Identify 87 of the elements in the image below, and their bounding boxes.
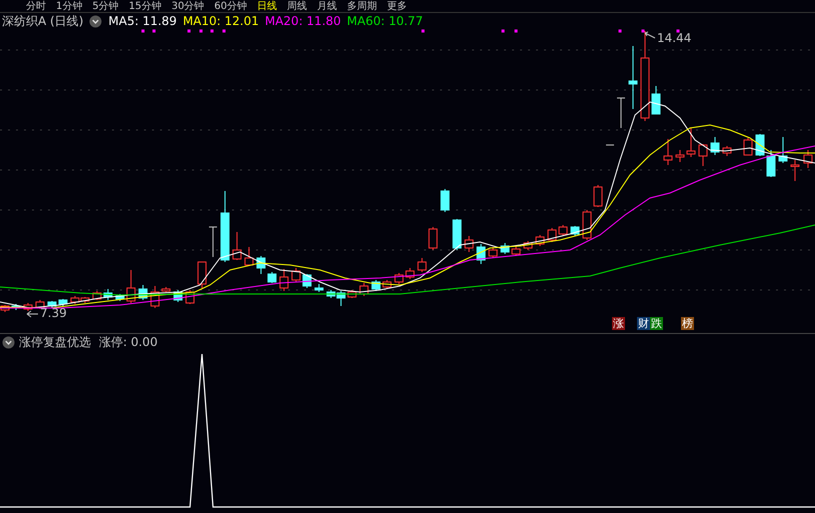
candlestick xyxy=(70,296,80,304)
candlestick xyxy=(756,134,764,156)
candlestick xyxy=(232,232,242,260)
candlestick xyxy=(616,98,626,128)
tag[interactable]: 榜 xyxy=(681,317,694,330)
candlestick xyxy=(558,224,568,236)
candlestick xyxy=(314,284,324,292)
candlestick xyxy=(676,150,684,162)
period-tab[interactable]: 周线 xyxy=(286,0,307,12)
low-price-label: 7.39 xyxy=(40,306,67,320)
candlestick xyxy=(418,258,426,272)
candlestick xyxy=(664,138,672,166)
candlestick xyxy=(524,240,532,250)
candlestick xyxy=(790,160,800,182)
indicator-title: 涨停复盘优选 xyxy=(19,334,91,350)
period-tab[interactable]: 15分钟 xyxy=(128,0,162,12)
candlestick xyxy=(710,136,720,156)
tag[interactable]: 涨 xyxy=(612,317,625,330)
candlestick xyxy=(766,150,776,178)
leader-line xyxy=(644,32,656,38)
tag[interactable]: 跌 xyxy=(650,317,663,330)
candlestick xyxy=(150,286,160,308)
candlestick xyxy=(476,244,486,264)
high-price-label: 14.44 xyxy=(657,31,692,45)
candlestick xyxy=(24,302,32,312)
candlestick xyxy=(244,246,254,266)
candlestick xyxy=(500,242,510,254)
candlestick xyxy=(12,304,20,310)
period-tab[interactable]: 60分钟 xyxy=(214,0,247,12)
candlestick xyxy=(220,190,230,262)
candlestick xyxy=(138,284,148,300)
candlestick xyxy=(778,136,788,164)
period-tab[interactable]: 多周期 xyxy=(346,0,377,12)
candlestick xyxy=(348,290,356,298)
candlestick xyxy=(464,236,474,252)
candlestick xyxy=(174,290,182,302)
tag[interactable]: 财 xyxy=(637,317,650,330)
candlestick xyxy=(652,86,660,114)
candlestick xyxy=(606,144,614,146)
period-tab[interactable]: 1分钟 xyxy=(56,0,82,12)
candlestick xyxy=(452,218,462,250)
candlestick xyxy=(104,288,112,300)
candlestick xyxy=(292,268,300,282)
candlestick xyxy=(722,146,732,156)
candlestick xyxy=(536,234,544,246)
indicator-reading: 涨停: 0.00 xyxy=(99,334,158,350)
candlestick xyxy=(628,46,638,110)
period-tab[interactable]: 分时 xyxy=(26,0,46,12)
candlestick xyxy=(382,280,392,290)
period-tab[interactable]: 5分钟 xyxy=(92,0,119,12)
candlestick xyxy=(594,184,602,208)
candlestick xyxy=(372,280,380,292)
candlestick xyxy=(256,256,266,274)
period-tab[interactable]: 30分钟 xyxy=(171,0,204,12)
candlestick xyxy=(804,150,812,168)
candlestick xyxy=(198,262,206,288)
candlestick xyxy=(582,210,592,240)
candlestick xyxy=(698,144,708,166)
moving-average-reading: MA5: 11.89 xyxy=(108,14,177,28)
candlestick xyxy=(394,272,404,284)
candlestick xyxy=(744,138,752,156)
candlestick xyxy=(48,300,56,308)
candlestick xyxy=(512,246,520,256)
moving-average-reading: MA60: 10.77 xyxy=(346,14,423,28)
period-tab[interactable]: 更多 xyxy=(386,0,407,12)
candlestick xyxy=(126,270,136,304)
candlestick xyxy=(428,226,438,250)
dropdown-icon[interactable] xyxy=(89,14,102,28)
chart-title: 深纺织A (日线) xyxy=(2,12,84,30)
period-tab[interactable]: 日线 xyxy=(256,0,277,12)
candlestick xyxy=(686,128,696,158)
candlestick xyxy=(440,188,450,212)
candlestick xyxy=(406,268,414,280)
period-tab[interactable]: 月线 xyxy=(316,0,337,12)
candlestick xyxy=(280,268,288,292)
moving-average-reading: MA20: 11.80 xyxy=(264,14,341,28)
candlestick xyxy=(116,294,124,302)
candlestick xyxy=(208,226,218,258)
candlestick xyxy=(548,228,556,242)
arrow-icon xyxy=(26,310,38,318)
moving-average-reading: MA10: 12.01 xyxy=(182,14,259,28)
candlestick xyxy=(488,246,498,258)
candlestick xyxy=(58,298,68,306)
candlestick xyxy=(360,282,368,296)
candlestick xyxy=(162,286,170,292)
candlestick xyxy=(268,272,276,284)
dropdown-icon[interactable] xyxy=(2,336,15,348)
